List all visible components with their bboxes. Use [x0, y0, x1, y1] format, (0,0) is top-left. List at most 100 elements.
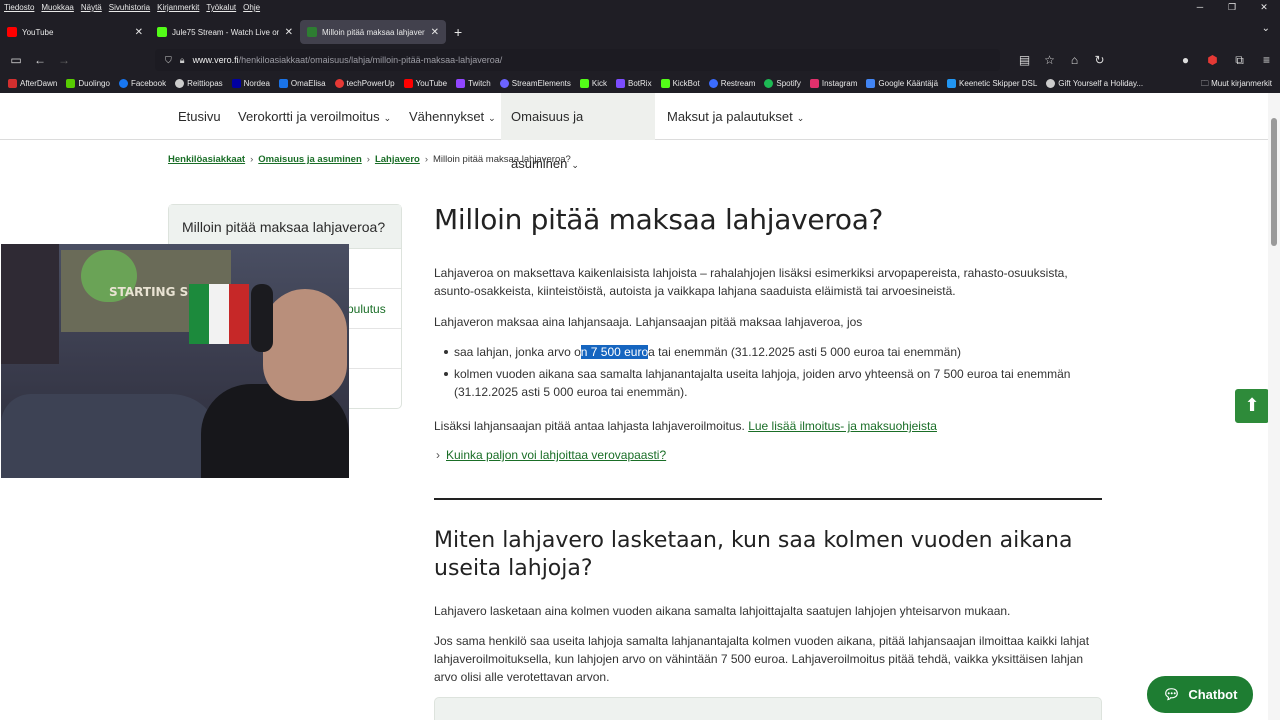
- bookmark-label: Kick: [591, 78, 607, 88]
- breadcrumb-link[interactable]: Lahjavero: [375, 154, 420, 165]
- bookmark-keenetic[interactable]: Keenetic Skipper DSL: [947, 78, 1037, 88]
- other-bookmarks[interactable]: 🗀︎ Muut kirjanmerkit: [1201, 78, 1272, 92]
- info-box: [434, 697, 1102, 720]
- bookmark-techpowerup[interactable]: techPowerUp: [334, 78, 395, 88]
- url-path: /henkiloasiakkaat/omaisuus/lahja/milloin…: [238, 55, 503, 65]
- nav-bar: ▭ ← → ⛉ 🔒︎ www.vero.fi/henkiloasiakkaat/…: [0, 47, 1280, 73]
- bookmark-kickbot[interactable]: KickBot: [660, 78, 700, 88]
- bookmark-twitch[interactable]: Twitch: [456, 78, 491, 88]
- instagram-icon: [809, 78, 819, 88]
- bookmark-label: Nordea: [243, 78, 270, 88]
- bookmark-star-icon[interactable]: ☆: [1037, 53, 1062, 67]
- reload-icon[interactable]: ↻: [1087, 53, 1112, 67]
- globe-icon: [1046, 78, 1056, 88]
- reader-view-icon[interactable]: ▤: [1012, 53, 1037, 67]
- tab-kick-stream[interactable]: Jule75 Stream - Watch Live on I ✕: [150, 20, 300, 44]
- arrow-up-icon: ⬆: [1244, 395, 1260, 415]
- also-text: Lisäksi lahjansaajan pitää antaa lahjast…: [434, 419, 745, 433]
- bookmark-afterdawn[interactable]: AfterDawn: [8, 78, 57, 88]
- menu-icon[interactable]: ≡: [1253, 53, 1280, 67]
- bookmark-duolingo[interactable]: Duolingo: [66, 78, 110, 88]
- minimize-icon[interactable]: ─: [1184, 0, 1216, 15]
- adblock-icon[interactable]: ⬢: [1199, 53, 1226, 67]
- bookmark-facebook[interactable]: Facebook: [118, 78, 166, 88]
- breadcrumb-link[interactable]: Omaisuus ja asuminen: [258, 154, 361, 165]
- tab-vero[interactable]: Milloin pitää maksaa lahjavero ✕: [300, 20, 446, 44]
- bookmark-reittiopas[interactable]: Reittiopas: [175, 78, 223, 88]
- page-title: Milloin pitää maksaa lahjaveroa?: [434, 203, 884, 236]
- lock-icon[interactable]: 🔒︎: [180, 55, 185, 66]
- bookmark-gift-holiday[interactable]: Gift Yourself a Holiday...: [1046, 78, 1143, 88]
- toolbar-extensions: ● ⬢ ⧉ ≡: [1172, 47, 1280, 73]
- list-item: saa lahjan, jonka arvo on 7 500 euroa ta…: [440, 343, 1102, 361]
- bookmark-youtube[interactable]: YouTube: [403, 78, 448, 88]
- extension-dark-icon[interactable]: ●: [1172, 53, 1199, 67]
- expand-tax-free-gift[interactable]: › Kuinka paljon voi lahjoittaa verovapaas…: [436, 448, 666, 462]
- bullet-text: a tai enemmän (31.12.2025 asti 5 000 eur…: [648, 345, 962, 359]
- list-all-tabs-icon[interactable]: ⌄: [1262, 23, 1270, 34]
- menu-history[interactable]: Sivuhistoria: [109, 3, 150, 12]
- scrollbar-thumb[interactable]: [1271, 118, 1277, 246]
- close-window-icon[interactable]: ✕: [1248, 0, 1280, 15]
- forward-icon[interactable]: →: [52, 53, 76, 67]
- sidebar-icon[interactable]: ▭: [4, 53, 28, 67]
- chevron-down-icon: ⌄: [383, 113, 392, 123]
- restore-icon[interactable]: ❐: [1216, 0, 1248, 15]
- techpowerup-icon: [334, 78, 344, 88]
- bookmark-nordea[interactable]: Nordea: [231, 78, 270, 88]
- bookmark-restream[interactable]: Restream: [708, 78, 755, 88]
- url-actions: ▤ ☆ ⌂ ↻: [1012, 47, 1112, 73]
- url-host: www.vero.fi: [192, 55, 239, 65]
- tab-youtube[interactable]: YouTube ✕: [0, 20, 150, 44]
- menu-view[interactable]: Näytä: [81, 3, 102, 12]
- nav-tax-card[interactable]: Verokortti ja veroilmoitus ⌄: [228, 93, 401, 140]
- bookmark-botrix[interactable]: BotRix: [616, 78, 652, 88]
- nav-payments-refunds[interactable]: Maksut ja palautukset ⌄: [657, 93, 814, 140]
- elisa-icon: [278, 78, 288, 88]
- bookmarks-bar: AfterDawn Duolingo Facebook Reittiopas N…: [0, 75, 1280, 91]
- close-tab-icon[interactable]: ✕: [135, 27, 143, 38]
- bookmark-google-translate[interactable]: Google Kääntäjä: [866, 78, 938, 88]
- new-tab-icon[interactable]: +: [454, 24, 462, 40]
- menu-file[interactable]: Tiedosto: [4, 3, 34, 12]
- back-to-top-button[interactable]: ⬆: [1235, 389, 1268, 423]
- webcam-wall-poster: [1, 244, 59, 364]
- chatbot-button[interactable]: 💬︎ Chatbot: [1147, 676, 1253, 713]
- nav-property-housing[interactable]: Omaisuus ja asuminen ⌄: [501, 93, 655, 171]
- chat-bubble-icon: 💬︎: [1162, 686, 1181, 702]
- bookmark-spotify[interactable]: Spotify: [764, 78, 801, 88]
- nav-deductions[interactable]: Vähennykset ⌄: [399, 93, 506, 140]
- folder-icon: 🗀︎: [1200, 79, 1212, 88]
- menu-edit[interactable]: Muokkaa: [41, 3, 73, 12]
- vero-icon: [307, 27, 317, 37]
- bookmark-omaelisa[interactable]: OmaElisa: [278, 78, 326, 88]
- menu-bar: Tiedosto Muokkaa Näytä Sivuhistoria Kirj…: [0, 0, 1280, 15]
- filing-instructions-link[interactable]: Lue lisää ilmoitus- ja maksuohjeista: [748, 419, 937, 433]
- url-bar[interactable]: ⛉ 🔒︎ www.vero.fi/henkiloasiakkaat/omaisu…: [155, 49, 1000, 71]
- bookmark-kick[interactable]: Kick: [579, 78, 607, 88]
- close-tab-icon[interactable]: ✕: [285, 27, 293, 38]
- home-icon[interactable]: ⌂: [1062, 53, 1087, 67]
- page-scrollbar[interactable]: [1268, 93, 1280, 720]
- calc-paragraph-1: Lahjavero lasketaan aina kolmen vuoden a…: [434, 604, 1011, 618]
- menu-tools[interactable]: Työkalut: [206, 3, 236, 12]
- nav-home[interactable]: Etusivu: [168, 93, 231, 140]
- bookmark-label: YouTube: [415, 78, 448, 88]
- webcam-person-shirt: [201, 384, 349, 478]
- facebook-icon: [118, 78, 128, 88]
- back-icon[interactable]: ←: [28, 53, 52, 67]
- extensions-icon[interactable]: ⧉: [1226, 53, 1253, 68]
- nav-label: Etusivu: [178, 109, 221, 124]
- bookmark-label: BotRix: [628, 78, 652, 88]
- close-tab-icon[interactable]: ✕: [431, 27, 439, 38]
- tab-title: YouTube: [22, 27, 54, 37]
- bookmark-instagram[interactable]: Instagram: [809, 78, 857, 88]
- chevron-down-icon: ⌄: [571, 160, 579, 170]
- chevron-right-icon: ›: [436, 448, 440, 462]
- menu-help[interactable]: Ohje: [243, 3, 260, 12]
- duolingo-icon: [66, 78, 76, 88]
- shield-icon[interactable]: ⛉: [165, 55, 172, 66]
- breadcrumb-link[interactable]: Henkilöasiakkaat: [168, 154, 245, 165]
- menu-bookmarks[interactable]: Kirjanmerkit: [157, 3, 199, 12]
- bookmark-streamelements[interactable]: StreamElements: [499, 78, 571, 88]
